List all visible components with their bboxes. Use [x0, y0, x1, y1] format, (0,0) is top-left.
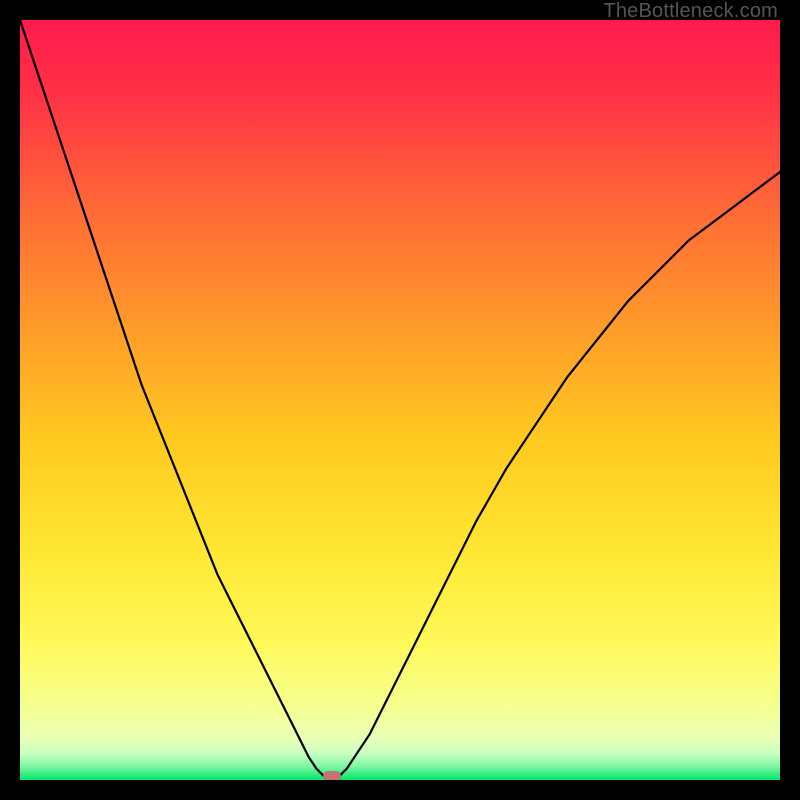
optimum-marker	[323, 771, 341, 780]
chart-frame: TheBottleneck.com	[0, 0, 800, 800]
bottleneck-curve	[20, 20, 780, 780]
watermark-text: TheBottleneck.com	[603, 0, 778, 23]
plot-area	[20, 20, 780, 780]
